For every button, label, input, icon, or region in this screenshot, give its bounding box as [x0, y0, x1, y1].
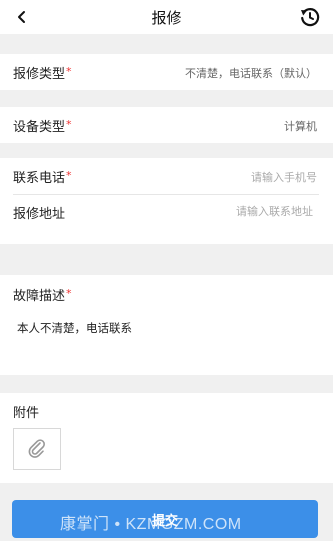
device-type-row[interactable]: 设备类型* 计算机 — [0, 107, 333, 143]
paperclip-icon — [28, 439, 45, 458]
address-row: 报修地址 请输入联系地址 — [0, 195, 333, 231]
address-field[interactable]: 请输入联系地址 — [236, 203, 313, 219]
add-attachment-button[interactable] — [13, 428, 61, 470]
device-type-value: 计算机 — [284, 120, 317, 133]
device-type-label: 设备类型* — [13, 118, 72, 135]
phone-label: 联系电话* — [13, 169, 72, 186]
phone-field[interactable]: 请输入手机号 — [251, 169, 317, 185]
description-textarea[interactable]: 本人不清楚，电话联系 — [17, 320, 132, 336]
phone-row: 联系电话* 请输入手机号 — [0, 158, 333, 194]
repair-type-row[interactable]: 报修类型* 不清楚，电话联系（默认） — [0, 54, 333, 90]
repair-type-value: 不清楚，电话联系（默认） — [185, 67, 317, 80]
history-icon — [301, 8, 320, 27]
page-title: 报修 — [151, 9, 182, 27]
attachment-label: 附件 — [13, 406, 40, 421]
repair-type-label: 报修类型* — [13, 65, 72, 82]
submit-button[interactable]: 提交 — [12, 500, 318, 538]
address-label: 报修地址 — [13, 207, 66, 222]
contact-card: 联系电话* 请输入手机号 报修地址 请输入联系地址 — [0, 158, 333, 244]
description-label: 故障描述* — [13, 287, 72, 304]
top-bar: 报修 — [0, 0, 333, 34]
device-type-card: 设备类型* 计算机 — [0, 107, 333, 143]
repair-type-card: 报修类型* 不清楚，电话联系（默认） — [0, 54, 333, 90]
history-button[interactable] — [299, 6, 321, 28]
